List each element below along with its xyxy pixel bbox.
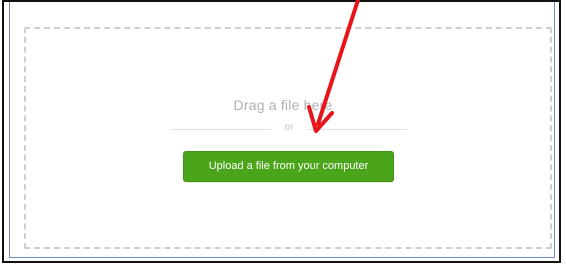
or-divider: or — [171, 122, 407, 136]
upload-file-button[interactable]: Upload a file from your computer — [183, 151, 394, 182]
drag-file-label: Drag a file here — [233, 97, 333, 113]
upload-screen: Drag a file here or Upload a file from y… — [0, 0, 566, 267]
or-label: or — [284, 122, 294, 133]
file-drop-zone[interactable] — [24, 27, 552, 249]
